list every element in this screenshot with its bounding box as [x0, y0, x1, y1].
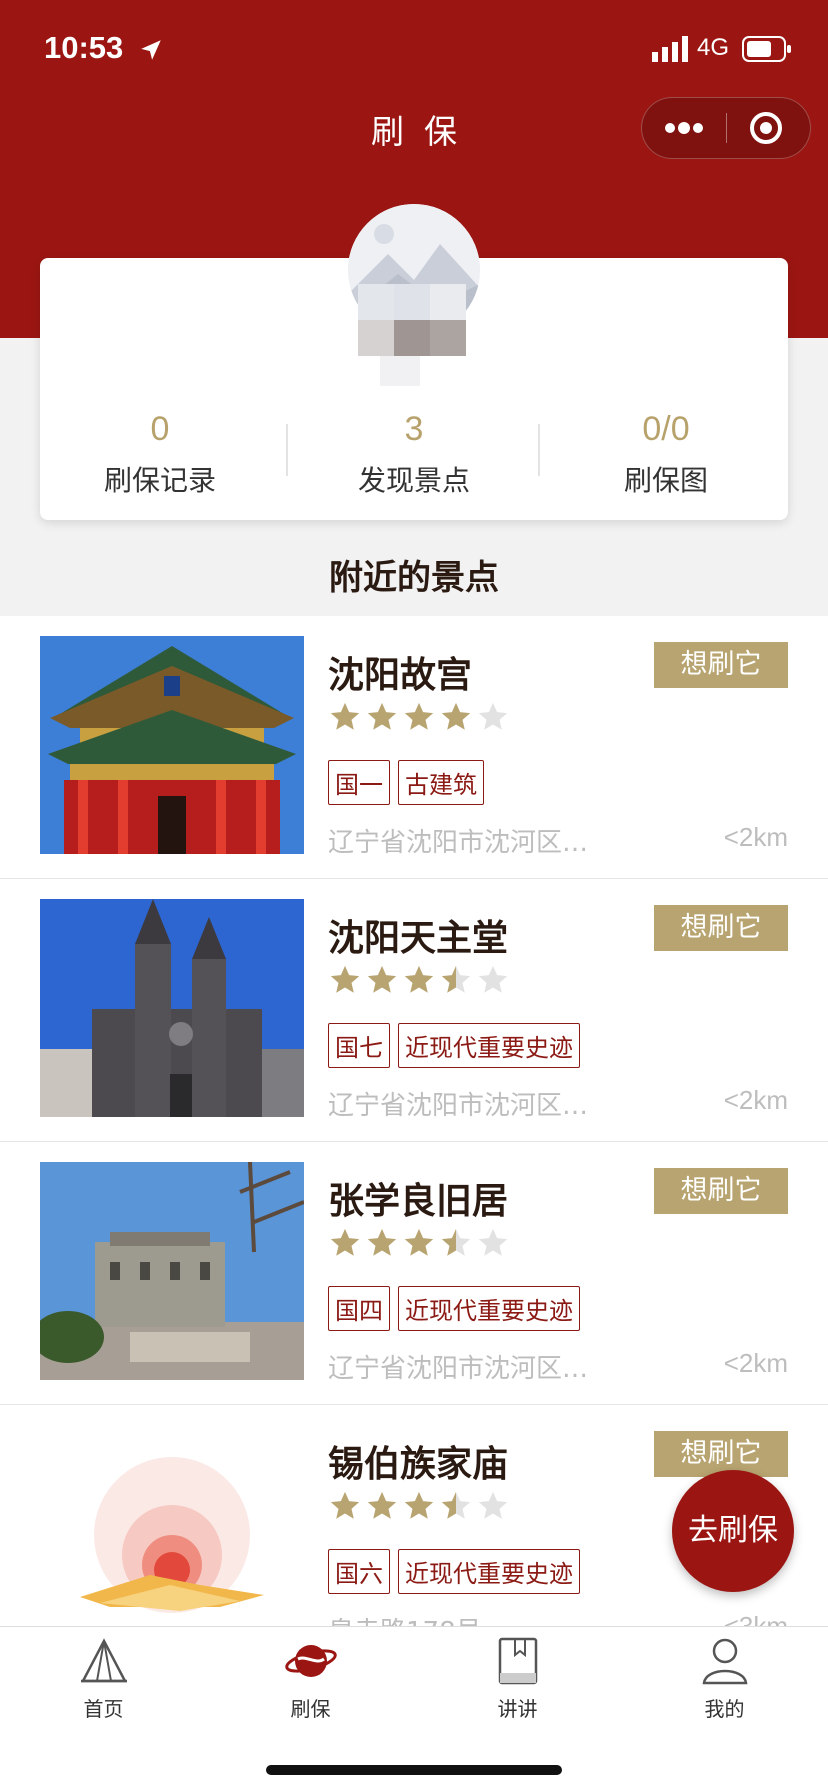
tag-group: 国六 近现代重要史迹: [328, 1549, 588, 1594]
network-type: 4G: [697, 34, 730, 61]
list-item[interactable]: 沈阳故宫 想刷它 国一 古建筑 辽宁省沈阳市沈河区… <2km: [0, 616, 828, 879]
star-icon: [478, 1491, 508, 1519]
attraction-distance: <2km: [723, 1085, 788, 1115]
tab-talks[interactable]: 讲讲: [414, 1633, 621, 1722]
stat-discovered-label: 发现景点: [357, 464, 470, 497]
star-rating: [328, 1226, 513, 1262]
list-item[interactable]: 沈阳天主堂 想刷它 国七 近现代重要史迹 辽宁省沈阳市沈河区… <2km: [0, 879, 828, 1142]
stat-divider: [286, 424, 288, 476]
sunset-placeholder-icon: [40, 1425, 304, 1643]
attraction-name: 沈阳故宫: [328, 655, 473, 696]
tab-shuabao[interactable]: 刷保: [207, 1633, 414, 1722]
tab-label: 讲讲: [497, 1697, 538, 1721]
list-item[interactable]: 张学良旧居 想刷它 国四 近现代重要史迹 辽宁省沈阳市沈河区… <2km: [0, 1142, 828, 1405]
tag-group: 国一 古建筑: [328, 760, 492, 805]
cathedral-photo: [40, 899, 304, 1117]
capsule-divider: [726, 113, 727, 143]
stat-discovered-value: 3: [404, 410, 424, 448]
tag: 国六: [328, 1549, 390, 1594]
attraction-name: 张学良旧居: [328, 1181, 509, 1222]
star-icon: [367, 1491, 397, 1519]
star-rating: [328, 1489, 513, 1525]
tag: 近现代重要史迹: [398, 1549, 580, 1594]
residence-photo: [40, 1162, 304, 1380]
tag-group: 国四 近现代重要史迹: [328, 1286, 588, 1331]
attraction-address: 辽宁省沈阳市沈河区…: [328, 828, 589, 858]
stat-map-value: 0/0: [642, 410, 690, 448]
close-target-icon[interactable]: [728, 98, 810, 158]
tab-label: 刷保: [290, 1697, 331, 1721]
palace-photo: [40, 636, 304, 854]
star-icon: [478, 702, 508, 730]
mini-program-capsule: [641, 97, 811, 159]
star-icon: [330, 965, 360, 993]
tag: 近现代重要史迹: [398, 1023, 580, 1068]
star-rating: [328, 963, 513, 999]
star-icon: [404, 965, 434, 993]
star-icon: [404, 1228, 434, 1256]
attraction-distance: <2km: [723, 822, 788, 852]
go-shuabao-button[interactable]: 去刷保: [672, 1470, 794, 1592]
want-button[interactable]: 想刷它: [654, 642, 788, 688]
star-icon: [441, 965, 471, 993]
tab-label: 我的: [704, 1697, 745, 1721]
home-indicator: [266, 1765, 562, 1775]
tag-group: 国七 近现代重要史迹: [328, 1023, 588, 1068]
tag: 国一: [328, 760, 390, 805]
star-icon: [367, 1228, 397, 1256]
more-icon[interactable]: [642, 98, 726, 158]
stat-records-value: 0: [150, 410, 170, 448]
planet-icon: [284, 1645, 337, 1677]
signal-icon: [652, 36, 688, 62]
stat-divider: [538, 424, 540, 476]
tag: 古建筑: [398, 760, 484, 805]
stat-discovered[interactable]: 3 发现景点: [294, 410, 534, 499]
star-icon: [330, 1228, 360, 1256]
section-title: 附近的景点: [329, 558, 499, 598]
tag: 近现代重要史迹: [398, 1286, 580, 1331]
star-icon: [404, 1491, 434, 1519]
star-icon: [441, 702, 471, 730]
attraction-name: 锡伯族家庙: [328, 1444, 509, 1485]
attraction-address: 辽宁省沈阳市沈河区…: [328, 1354, 589, 1384]
star-icon: [404, 702, 434, 730]
want-button[interactable]: 想刷它: [654, 905, 788, 951]
status-bar: 10:53 4G: [0, 0, 828, 100]
blurred-username: [358, 284, 466, 386]
tent-icon: [80, 1638, 127, 1683]
star-icon: [441, 1228, 471, 1256]
user-icon: [702, 1638, 747, 1685]
tab-home[interactable]: 首页: [0, 1633, 207, 1722]
battery-icon: [742, 36, 791, 62]
star-icon: [367, 702, 397, 730]
location-arrow-icon: [141, 40, 161, 60]
star-icon: [478, 1228, 508, 1256]
stat-map-label: 刷保图: [623, 464, 708, 497]
star-icon: [478, 965, 508, 993]
star-icon: [441, 1491, 471, 1519]
star-rating: [328, 700, 513, 736]
star-icon: [330, 1491, 360, 1519]
tag: 国四: [328, 1286, 390, 1331]
status-time: 10:53: [44, 30, 124, 65]
attraction-distance: <2km: [723, 1348, 788, 1378]
star-icon: [367, 965, 397, 993]
star-icon: [330, 702, 360, 730]
tab-mine[interactable]: 我的: [621, 1633, 828, 1722]
stat-records[interactable]: 0 刷保记录: [40, 410, 280, 499]
book-icon: [498, 1637, 537, 1685]
tag: 国七: [328, 1023, 390, 1068]
stat-records-label: 刷保记录: [103, 464, 216, 497]
attraction-address: 辽宁省沈阳市沈河区…: [328, 1091, 589, 1121]
want-button[interactable]: 想刷它: [654, 1168, 788, 1214]
tab-label: 首页: [83, 1697, 124, 1721]
stat-map[interactable]: 0/0 刷保图: [546, 410, 786, 499]
attraction-name: 沈阳天主堂: [328, 918, 509, 959]
